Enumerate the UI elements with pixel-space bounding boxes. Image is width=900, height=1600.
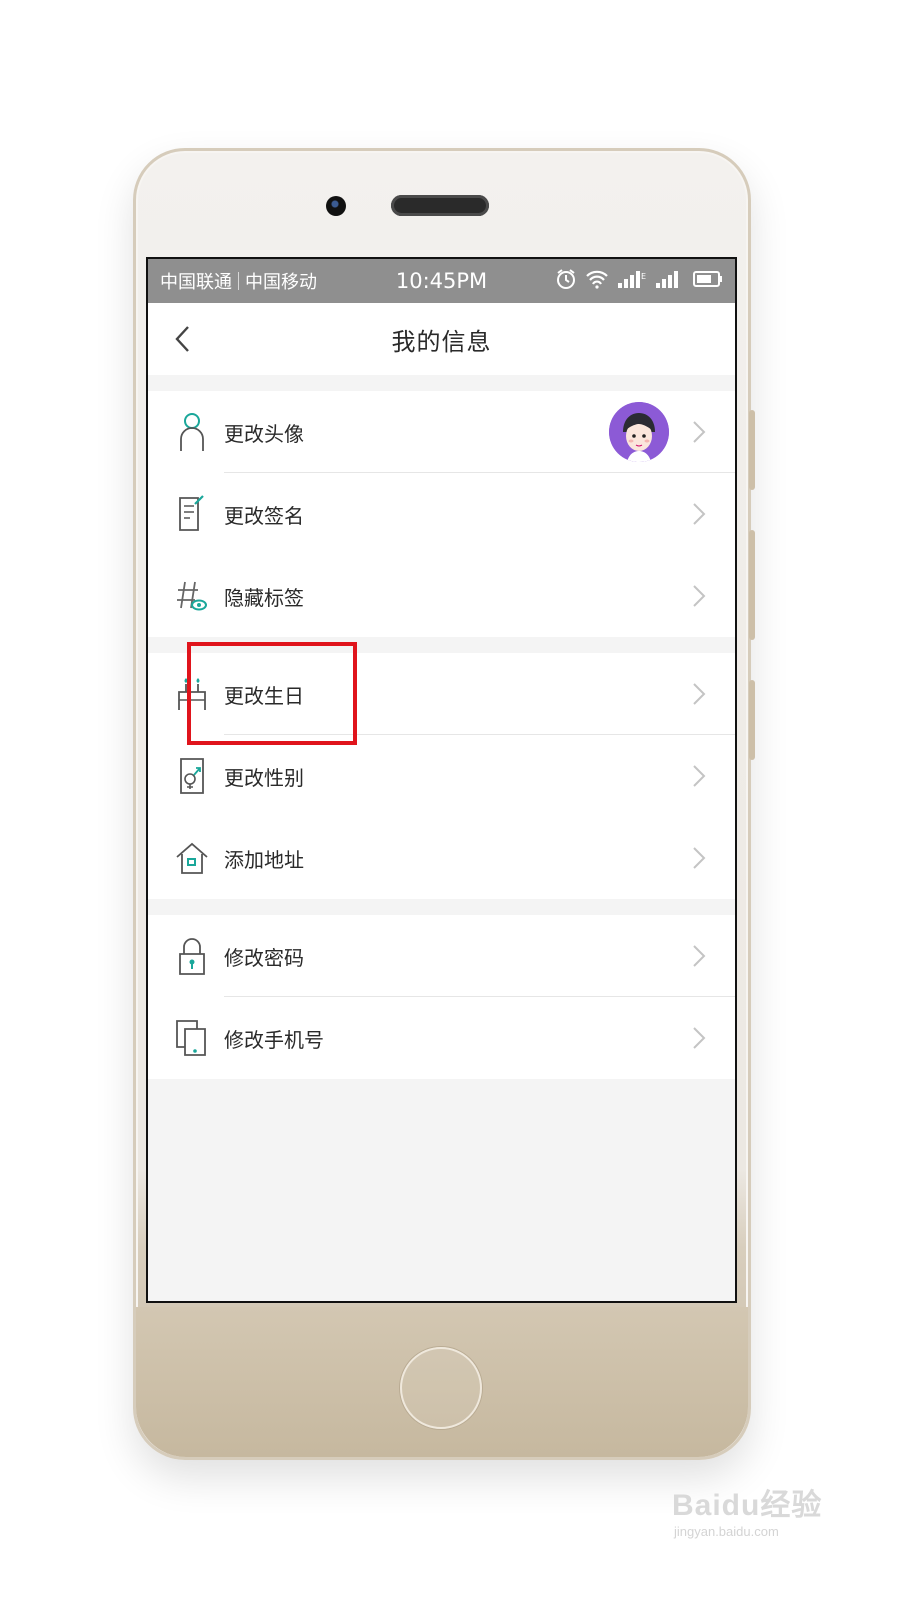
- watermark-logo-text: Baidu经验: [672, 1489, 823, 1522]
- list-item-change-signature[interactable]: 更改签名: [148, 473, 735, 555]
- list-item-change-birthday[interactable]: 更改生日: [148, 653, 735, 735]
- side-button: [749, 680, 755, 760]
- settings-group-personal: 更改生日 更改性别 添加地址: [148, 653, 735, 899]
- volume-button: [749, 410, 755, 490]
- page-title: 我的信息: [391, 327, 492, 356]
- settings-group-security: 修改密码 修改手机号: [148, 915, 735, 1079]
- list-item-change-avatar[interactable]: 更改头像: [148, 391, 735, 473]
- chevron-right-icon: [693, 683, 706, 705]
- section-gap: [148, 375, 735, 391]
- lock-icon: [172, 936, 212, 976]
- phone-number-icon: [172, 1018, 212, 1058]
- carrier-separator: [238, 272, 239, 290]
- baidu-watermark: Baidu经验 jingyan.baidu.com: [664, 1476, 834, 1546]
- front-camera: [326, 196, 346, 216]
- list-item-add-address[interactable]: 添加地址: [148, 817, 735, 899]
- power-button: [749, 530, 755, 640]
- carrier-name-1: 中国联通: [160, 272, 232, 293]
- section-gap: [148, 637, 735, 653]
- hidden-tag-icon: [172, 576, 212, 616]
- avatar: [609, 402, 669, 462]
- svg-text:E: E: [641, 272, 646, 281]
- list-item-change-phone[interactable]: 修改手机号: [148, 997, 735, 1079]
- alarm-icon: [555, 268, 577, 295]
- list-item-change-password[interactable]: 修改密码: [148, 915, 735, 997]
- list-item-label: 更改签名: [224, 503, 304, 528]
- list-item-change-gender[interactable]: 更改性别: [148, 735, 735, 817]
- list-item-label: 隐藏标签: [224, 585, 304, 610]
- signal-icon-1: E: [617, 269, 647, 294]
- list-item-hidden-tags[interactable]: 隐藏标签: [148, 555, 735, 637]
- chevron-right-icon: [693, 421, 706, 443]
- list-item-label: 修改密码: [224, 945, 304, 970]
- home-button[interactable]: [400, 1347, 482, 1429]
- signature-icon: [172, 494, 212, 534]
- chevron-right-icon: [693, 847, 706, 869]
- gender-icon: [172, 756, 212, 796]
- chevron-right-icon: [693, 945, 706, 967]
- person-icon: [172, 412, 212, 452]
- watermark-url: jingyan.baidu.com: [674, 1524, 779, 1539]
- chevron-right-icon: [693, 503, 706, 525]
- section-gap: [148, 899, 735, 915]
- chevron-right-icon: [693, 765, 706, 787]
- status-icons: E: [555, 268, 723, 295]
- chevron-right-icon: [693, 1027, 706, 1049]
- phone-screen: 中国联通 中国移动 10:45PM E 我的信息 更改头像 更改签名 隐藏标签 …: [146, 257, 737, 1303]
- list-item-label: 添加地址: [224, 847, 304, 872]
- list-item-label: 修改手机号: [224, 1027, 324, 1052]
- wifi-icon: [585, 269, 609, 294]
- signal-icon-2: [655, 269, 685, 294]
- address-icon: [172, 838, 212, 878]
- list-item-label: 更改头像: [224, 421, 304, 446]
- birthday-icon: [172, 674, 212, 714]
- carrier-info: 中国联通 中国移动: [160, 268, 317, 294]
- chevron-right-icon: [693, 585, 706, 607]
- chevron-left-icon: [175, 326, 189, 352]
- settings-group-profile: 更改头像 更改签名 隐藏标签: [148, 391, 735, 637]
- earpiece-speaker: [391, 195, 489, 216]
- status-bar: 中国联通 中国移动 10:45PM E: [148, 259, 735, 303]
- carrier-name-2: 中国移动: [245, 272, 317, 293]
- list-item-label: 更改性别: [224, 765, 304, 790]
- list-item-label: 更改生日: [224, 683, 304, 708]
- navigation-bar: 我的信息: [148, 303, 735, 375]
- battery-icon: [693, 270, 723, 293]
- back-button[interactable]: [168, 325, 196, 353]
